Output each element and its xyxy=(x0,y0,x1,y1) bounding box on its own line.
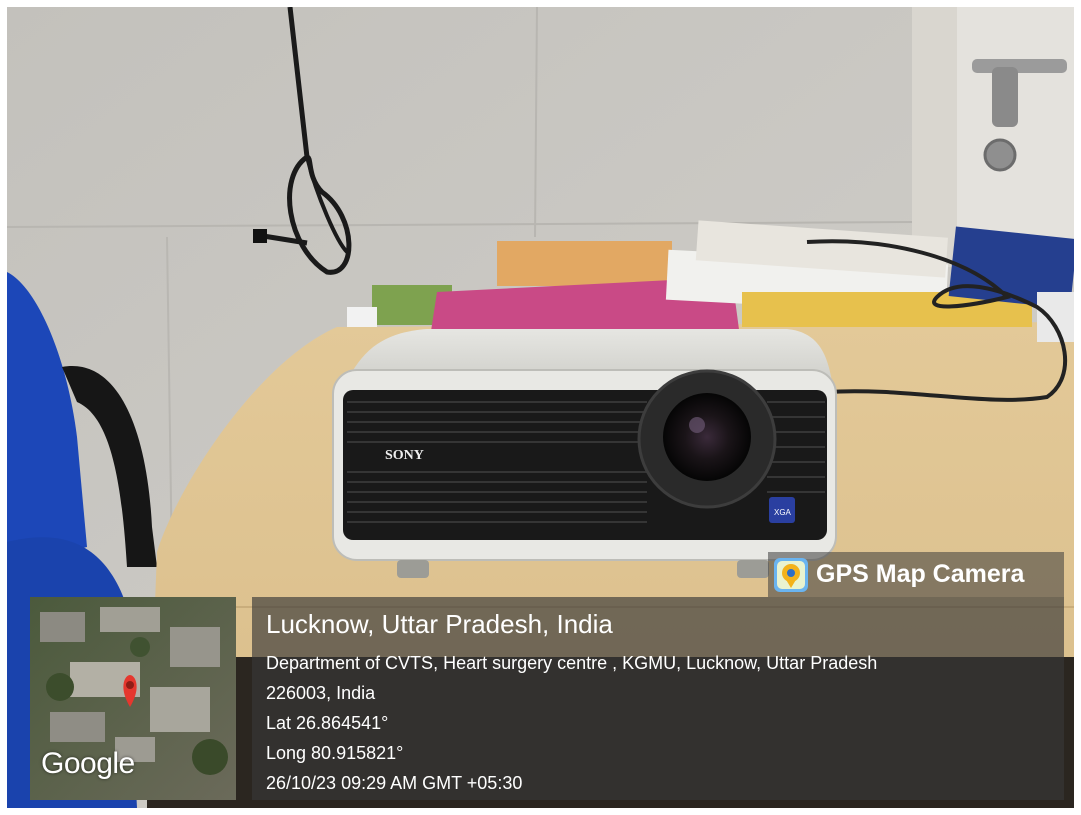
address-line-1: Department of CVTS, Heart surgery centre… xyxy=(266,653,878,673)
google-logo: Google xyxy=(41,747,135,780)
map-thumbnail: Google xyxy=(30,597,236,800)
photo-frame: SONY XGA GPS Map Camera Google Lucknow, … xyxy=(7,7,1074,808)
xga-badge-label: XGA xyxy=(774,508,792,517)
longitude-text: Long 80.915821° xyxy=(266,743,404,763)
latitude-text: Lat 26.864541° xyxy=(266,713,389,733)
timestamp-text: 26/10/23 09:29 AM GMT +05:30 xyxy=(266,773,523,793)
map-pin-icon xyxy=(774,557,808,592)
gps-map-camera-badge: GPS Map Camera xyxy=(768,552,1064,597)
location-info-panel: Lucknow, Uttar Pradesh, India Department… xyxy=(252,597,1064,800)
sony-brand-label: SONY xyxy=(385,448,424,463)
app-name: GPS Map Camera xyxy=(816,560,1025,588)
address-line-2: 226003, India xyxy=(266,683,376,703)
place-name: Lucknow, Uttar Pradesh, India xyxy=(266,609,613,639)
